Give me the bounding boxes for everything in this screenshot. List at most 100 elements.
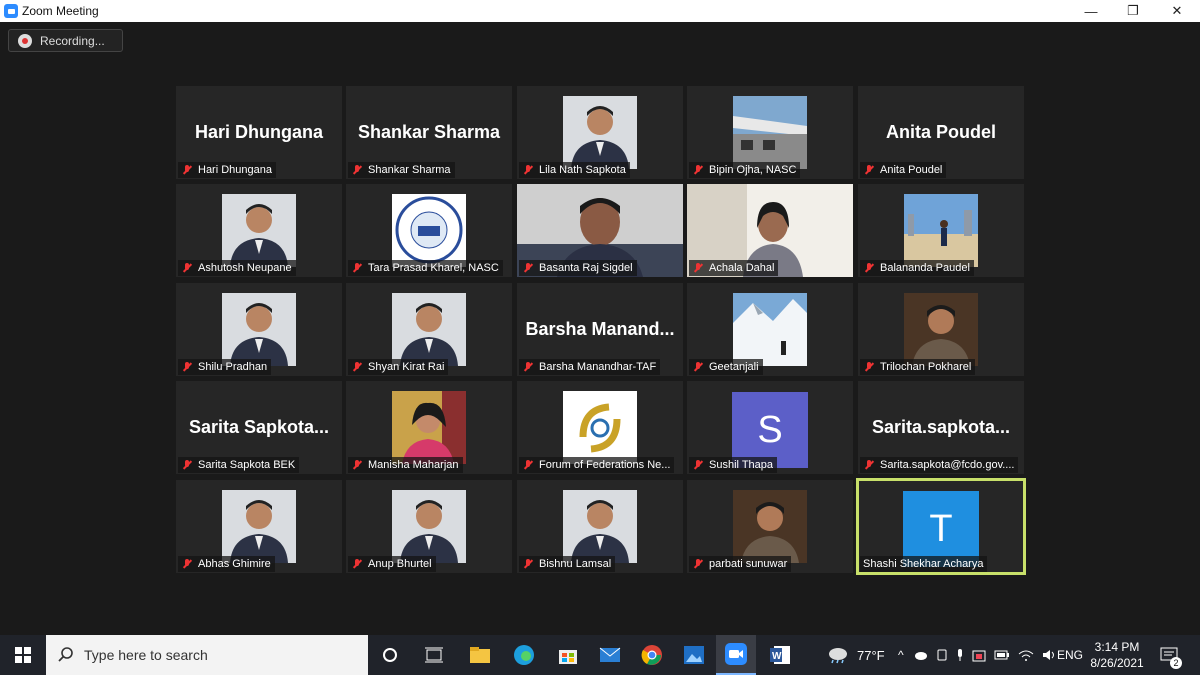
file-explorer-icon[interactable] — [460, 635, 500, 675]
start-button[interactable] — [0, 635, 46, 675]
search-icon — [58, 647, 73, 662]
mic-muted-icon — [692, 459, 704, 471]
participant-name: Shilu Pradhan — [198, 361, 268, 373]
participant-name-label: Anup Bhurtel — [348, 556, 436, 572]
participant-display-name: Sarita Sapkota... — [188, 417, 330, 437]
notifications-button[interactable]: 2 — [1160, 635, 1182, 675]
participant-tile[interactable]: T Shashi Shekhar Acharya — [856, 478, 1026, 575]
mic-muted-icon — [351, 459, 363, 471]
mic-muted-icon — [351, 262, 363, 274]
participant-name: parbati sunuwar — [709, 558, 788, 570]
edge-icon[interactable] — [504, 635, 544, 675]
participant-video — [733, 293, 807, 366]
participant-tile[interactable]: S Sushil Thapa — [687, 381, 853, 474]
mail-icon[interactable] — [590, 635, 630, 675]
participant-name-label: Anita Poudel — [860, 162, 947, 178]
weather-temp: 77°F — [857, 647, 885, 663]
mic-muted-icon — [692, 361, 704, 373]
participant-tile[interactable]: Sarita.sapkota... Sarita.sapkota@fcdo.gov… — [858, 381, 1024, 474]
participant-name: Basanta Raj Sigdel — [539, 262, 633, 274]
participant-tile[interactable]: Ashutosh Neupane — [176, 184, 342, 277]
participant-video — [392, 293, 466, 366]
mic-muted-icon — [692, 558, 704, 570]
participant-name-label: Bipin Ojha, NASC — [689, 162, 801, 178]
participant-name: Shyan Kirat Rai — [368, 361, 445, 373]
participant-name-label: Shyan Kirat Rai — [348, 359, 449, 375]
mic-muted-icon — [181, 164, 193, 176]
participant-tile[interactable]: Trilochan Pokharel — [858, 283, 1024, 376]
participant-video — [222, 194, 296, 267]
participant-tile[interactable]: Achala Dahal — [687, 184, 853, 277]
participant-tile[interactable]: Hari Dhungana Hari Dhungana — [176, 86, 342, 179]
word-icon[interactable]: W — [760, 635, 800, 675]
clock-time: 3:14 PM — [1094, 640, 1140, 654]
participant-tile[interactable]: Bishnu Lamsal — [517, 480, 683, 573]
participant-name: Anita Poudel — [880, 164, 943, 176]
recording-label: Recording... — [40, 33, 105, 48]
windows-logo-icon — [15, 647, 31, 663]
participant-video — [222, 293, 296, 366]
participant-display-name: Hari Dhungana — [194, 122, 323, 142]
participant-video — [563, 391, 637, 464]
participant-name-label: Shilu Pradhan — [178, 359, 272, 375]
participant-tile[interactable]: Shilu Pradhan — [176, 283, 342, 376]
participant-tile[interactable]: Basanta Raj Sigdel — [517, 184, 683, 277]
participant-name-label: Basanta Raj Sigdel — [519, 260, 637, 276]
task-view-icon[interactable] — [414, 635, 454, 675]
mic-muted-icon — [351, 164, 363, 176]
participant-tile[interactable]: Lila Nath Sapkota — [517, 86, 683, 179]
mic-muted-icon — [181, 459, 193, 471]
language-indicator[interactable]: ENG — [1057, 635, 1083, 675]
participant-tile[interactable]: Geetanjali — [687, 283, 853, 376]
participant-name-label: Hari Dhungana — [178, 162, 276, 178]
minimize-button[interactable]: — — [1068, 0, 1114, 22]
close-button[interactable]: ✕ — [1154, 0, 1200, 22]
participant-video — [904, 293, 978, 366]
participant-tile[interactable]: Shyan Kirat Rai — [346, 283, 512, 376]
weather-widget[interactable]: 77°F — [826, 635, 885, 675]
participant-tile[interactable]: Abhas Ghimire — [176, 480, 342, 573]
participant-tile[interactable]: Manisha Maharjan — [346, 381, 512, 474]
participant-tile[interactable]: Shankar Sharma Shankar Sharma — [346, 86, 512, 179]
cortana-icon[interactable] — [370, 635, 410, 675]
mic-muted-icon — [522, 164, 534, 176]
chrome-icon[interactable] — [632, 635, 672, 675]
participant-tile[interactable]: Bipin Ojha, NASC — [687, 86, 853, 179]
participant-tile[interactable]: Balananda Paudel — [858, 184, 1024, 277]
onedrive-icon — [914, 652, 927, 660]
zoom-taskbar-icon[interactable] — [716, 635, 756, 675]
photos-icon[interactable] — [674, 635, 714, 675]
participant-video — [392, 194, 466, 267]
participant-name: Manisha Maharjan — [368, 459, 459, 471]
tray-icons[interactable]: ^ — [898, 635, 1056, 675]
clock[interactable]: 3:14 PM 8/26/2021 — [1090, 635, 1144, 675]
maximize-button[interactable]: ❐ — [1110, 0, 1156, 22]
participant-name-label: Achala Dahal — [689, 260, 779, 276]
mic-muted-icon — [522, 558, 534, 570]
store-icon[interactable] — [548, 635, 588, 675]
participant-tile[interactable]: Tara Prasad Kharel, NASC — [346, 184, 512, 277]
participant-tile[interactable]: Anita Poudel Anita Poudel — [858, 86, 1024, 179]
participant-name: Achala Dahal — [709, 262, 775, 274]
participant-name-label: Balananda Paudel — [860, 260, 974, 276]
participant-display-name: Anita Poudel — [885, 122, 996, 142]
participant-name: Geetanjali — [709, 361, 759, 373]
participant-tile[interactable]: Barsha Manand... Barsha Manandhar-TAF — [517, 283, 683, 376]
participant-tile[interactable]: Anup Bhurtel — [346, 480, 512, 573]
participant-display-name: Barsha Manand... — [525, 319, 675, 339]
participant-name: Ashutosh Neupane — [198, 262, 292, 274]
clock-date: 8/26/2021 — [1090, 656, 1144, 670]
taskbar-search-box[interactable]: Type here to search — [46, 635, 368, 675]
recording-indicator[interactable]: Recording... — [8, 29, 123, 52]
participant-name: Trilochan Pokharel — [880, 361, 972, 373]
participant-video — [904, 194, 978, 267]
svg-text:W: W — [772, 651, 782, 662]
chevron-up-icon[interactable]: ^ — [898, 648, 904, 662]
participant-tile[interactable]: parbati sunuwar — [687, 480, 853, 573]
participant-tile[interactable]: Sarita Sapkota... Sarita Sapkota BEK — [176, 381, 342, 474]
meet-now-icon — [937, 649, 947, 661]
participant-tile[interactable]: Forum of Federations Ne... — [517, 381, 683, 474]
participant-name-label: Bishnu Lamsal — [519, 556, 616, 572]
mic-muted-icon — [863, 459, 875, 471]
participant-name: Hari Dhungana — [198, 164, 272, 176]
